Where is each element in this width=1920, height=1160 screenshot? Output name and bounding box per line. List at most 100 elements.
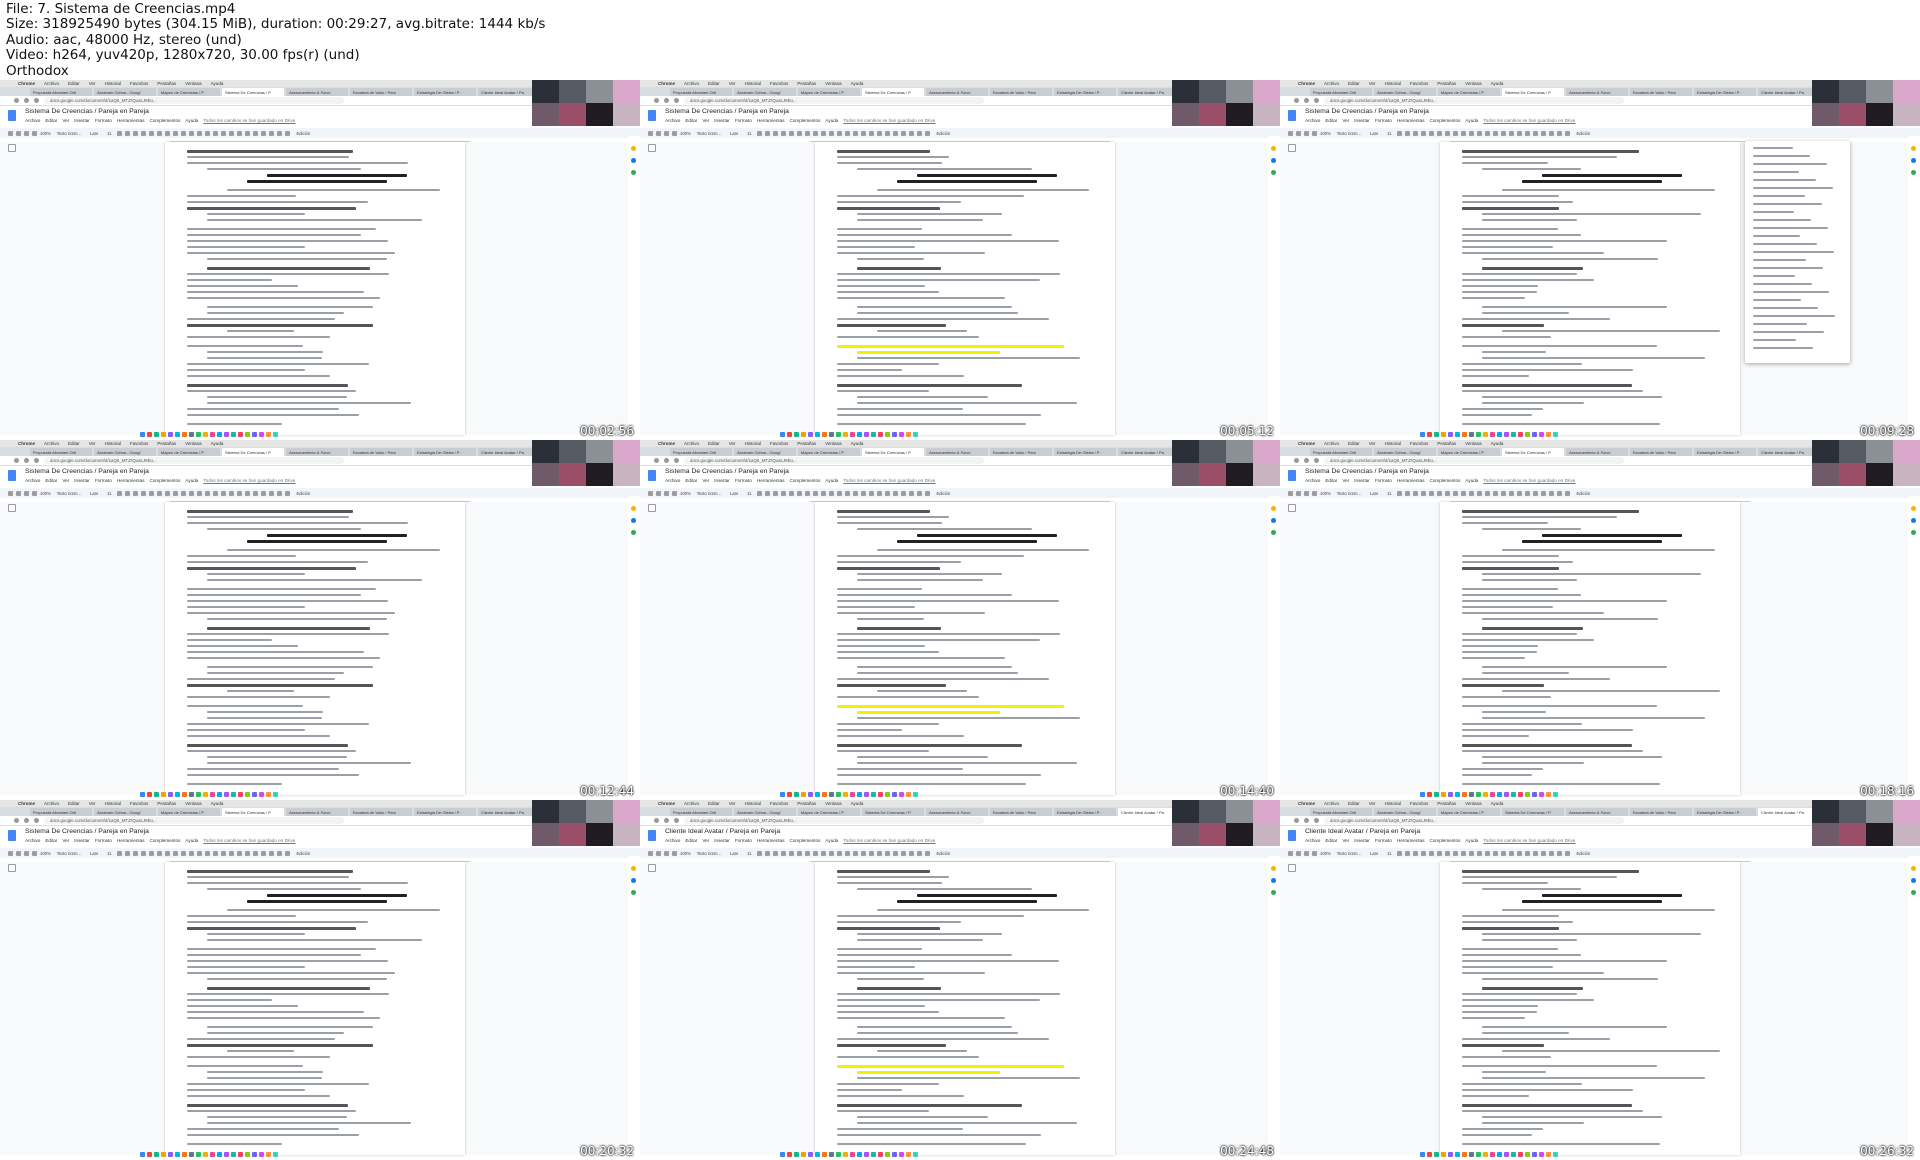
dock-app-icon[interactable]: [189, 1152, 194, 1157]
mac-menu-item[interactable]: Ver: [729, 81, 736, 86]
outline-icon[interactable]: [648, 504, 656, 512]
toolbar-icon[interactable]: [1549, 130, 1555, 136]
dock-app-icon[interactable]: [154, 432, 159, 437]
toolbar-icon[interactable]: [1509, 850, 1515, 856]
side-panel-icon[interactable]: [631, 518, 636, 523]
docs-menu-item[interactable]: Ver: [62, 478, 69, 483]
browser-tab[interactable]: Escalera de Valor / Pare: [990, 808, 1052, 816]
dock-app-icon[interactable]: [259, 792, 264, 797]
toolbar-icon[interactable]: [173, 490, 179, 496]
dock-app-icon[interactable]: [210, 1152, 215, 1157]
dock-app-icon[interactable]: [913, 792, 918, 797]
nav-button-icon[interactable]: [1304, 458, 1309, 463]
dock-app-icon[interactable]: [885, 432, 890, 437]
side-panel-icon[interactable]: [631, 866, 636, 871]
toolbar-icon[interactable]: [1445, 850, 1451, 856]
docs-menu-item[interactable]: Herramientas: [117, 478, 145, 483]
browser-tab[interactable]: Asesoramiento & Funci: [1566, 88, 1628, 96]
dock-app-icon[interactable]: [892, 432, 897, 437]
dock-app-icon[interactable]: [1420, 432, 1425, 437]
toolbar-icon[interactable]: [32, 490, 37, 496]
toolbar-icon[interactable]: [1541, 130, 1547, 136]
mac-menu-item[interactable]: Historial: [1385, 81, 1401, 86]
mac-menu-item[interactable]: Editar: [1348, 81, 1360, 86]
context-menu-item[interactable]: [1753, 331, 1824, 333]
context-menu-item[interactable]: [1753, 299, 1801, 301]
docs-menu-item[interactable]: Formato: [735, 478, 752, 483]
nav-button-icon[interactable]: [654, 458, 659, 463]
toolbar-icon[interactable]: [1549, 850, 1555, 856]
dock-app-icon[interactable]: [1518, 792, 1523, 797]
dock-app-icon[interactable]: [843, 792, 848, 797]
toolbar-icon[interactable]: [797, 130, 803, 136]
doc-page[interactable]: [165, 862, 465, 1155]
toolbar-icon[interactable]: [1405, 130, 1411, 136]
toolbar-icon[interactable]: [117, 130, 123, 136]
nav-button-icon[interactable]: [14, 818, 19, 823]
doc-title[interactable]: Cliente Ideal Avatar / Pareja en Pareja: [1305, 828, 1420, 835]
toolbar-icon[interactable]: [885, 850, 891, 856]
mac-menu-item[interactable]: Historial: [745, 441, 761, 446]
dock-app-icon[interactable]: [1462, 1152, 1467, 1157]
browser-tab[interactable]: Cliente Ideal Avatar / Pa: [478, 808, 540, 816]
dock-app-icon[interactable]: [1497, 792, 1502, 797]
style-select[interactable]: Texto norm...: [57, 131, 81, 136]
context-menu[interactable]: [1745, 141, 1850, 363]
docs-menu-item[interactable]: Herramientas: [1397, 838, 1425, 843]
context-menu-item[interactable]: [1753, 251, 1834, 253]
nav-button-icon[interactable]: [1314, 458, 1319, 463]
dock-app-icon[interactable]: [1532, 792, 1537, 797]
toolbar-icon[interactable]: [909, 850, 915, 856]
toolbar-icon[interactable]: [1296, 490, 1301, 496]
mac-menu-item[interactable]: Favoritos: [130, 801, 149, 806]
dock-app-icon[interactable]: [822, 1152, 827, 1157]
toolbar-icon[interactable]: [1485, 130, 1491, 136]
toolbar-icon[interactable]: [853, 850, 859, 856]
toolbar-icon[interactable]: [269, 490, 275, 496]
mac-menu-item[interactable]: Favoritos: [770, 81, 789, 86]
docs-menu-item[interactable]: Ver: [702, 478, 709, 483]
dock-app-icon[interactable]: [140, 1152, 145, 1157]
mac-menu-item[interactable]: Ver: [729, 441, 736, 446]
docs-menu-item[interactable]: Complementos: [790, 118, 821, 123]
dock-app-icon[interactable]: [1553, 432, 1558, 437]
side-panel-icon[interactable]: [1271, 506, 1276, 511]
url-field[interactable]: docs.google.com/document/d/1aQ5_MTZrQuaL…: [684, 457, 984, 464]
toolbar-icon[interactable]: [1477, 130, 1483, 136]
browser-tab[interactable]: Propuesta Abraham Orti: [670, 808, 732, 816]
context-menu-item[interactable]: [1753, 163, 1827, 165]
toolbar-icon[interactable]: [205, 850, 211, 856]
toolbar-icon[interactable]: [125, 850, 131, 856]
toolbar-icon[interactable]: [1501, 490, 1507, 496]
toolbar-icon[interactable]: [781, 850, 787, 856]
toolbar-icon[interactable]: [1469, 130, 1475, 136]
context-menu-item[interactable]: [1753, 347, 1813, 349]
toolbar-icon[interactable]: [1461, 850, 1467, 856]
toolbar-icon[interactable]: [1429, 130, 1435, 136]
toolbar-icon[interactable]: [893, 130, 899, 136]
browser-tab[interactable]: Sistema De Creencias / P: [222, 448, 284, 456]
toolbar-icon[interactable]: [133, 850, 139, 856]
mac-menu-item[interactable]: Historial: [105, 81, 121, 86]
mac-menu-item[interactable]: Ventana: [185, 81, 202, 86]
docs-menu-item[interactable]: Archivo: [665, 838, 680, 843]
dock-app-icon[interactable]: [850, 792, 855, 797]
docs-menu-item[interactable]: Herramientas: [1397, 478, 1425, 483]
browser-tab[interactable]: Abraham Ochoa - Googl: [94, 448, 156, 456]
mac-menu-item[interactable]: Ver: [729, 801, 736, 806]
toolbar-icon[interactable]: [1453, 490, 1459, 496]
mac-menu-item[interactable]: Pestañas: [1437, 441, 1456, 446]
dock-app-icon[interactable]: [1476, 792, 1481, 797]
docs-logo-icon[interactable]: [8, 470, 16, 481]
docs-menu-item[interactable]: Editar: [1325, 118, 1337, 123]
dock-app-icon[interactable]: [857, 432, 862, 437]
toolbar-icon[interactable]: [1533, 130, 1539, 136]
browser-tab[interactable]: Abraham Ochoa - Googl: [734, 88, 796, 96]
toolbar-icon[interactable]: [1312, 490, 1317, 496]
mac-menu-item[interactable]: Ventana: [1465, 81, 1482, 86]
toolbar-icon[interactable]: [845, 130, 851, 136]
context-menu-item[interactable]: [1753, 283, 1812, 285]
toolbar-icon[interactable]: [901, 850, 907, 856]
dock-app-icon[interactable]: [161, 792, 166, 797]
save-status[interactable]: Todos los cambios se han guardado en Dri…: [843, 118, 935, 123]
